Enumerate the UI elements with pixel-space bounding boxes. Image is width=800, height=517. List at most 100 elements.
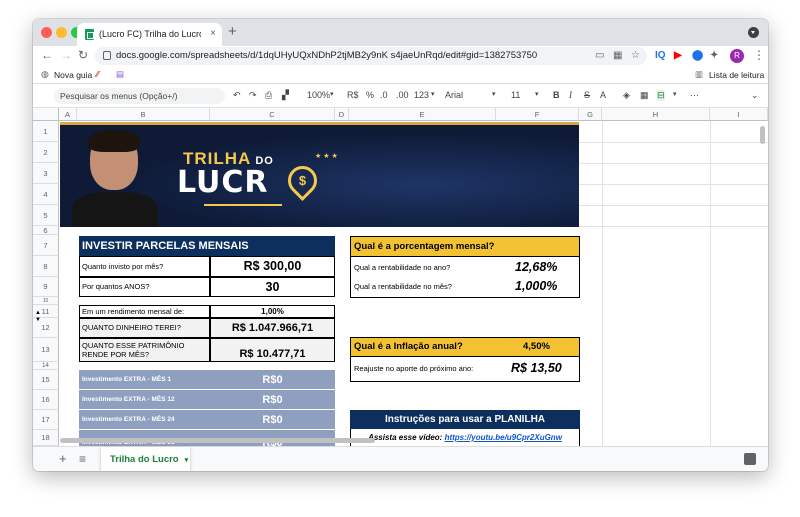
bookmark-notes-icon[interactable]: ▤ (116, 69, 124, 80)
column-header-g[interactable]: G (579, 108, 602, 121)
more-formats-button[interactable]: 123 (414, 90, 429, 100)
row-header-10[interactable]: 10 (33, 297, 59, 305)
sheet-chevron-down-icon[interactable]: ▾ (185, 457, 189, 464)
row-header-16[interactable]: 16 (33, 390, 59, 410)
zoom-select[interactable]: 100% (307, 90, 330, 100)
profile-avatar[interactable]: R (730, 49, 744, 63)
row-resize-down-icon[interactable]: ▼ (35, 317, 41, 323)
fill-color-icon[interactable]: ◈ (623, 90, 630, 101)
row-header-7[interactable]: 7 (33, 235, 59, 256)
extra-label-month-12[interactable]: Investimento EXTRA - MÊS 12 (79, 390, 210, 410)
column-header-i[interactable]: I (710, 108, 768, 121)
inflation-box-title[interactable]: Qual é a Inflação anual? 4,50% (350, 337, 580, 357)
invest-label-total[interactable]: QUANTO DINHEIRO TEREI? (79, 318, 210, 338)
row-header-5[interactable]: 5 (33, 205, 59, 226)
extra-value-month-12[interactable]: R$0 (210, 390, 335, 410)
percent-label-year[interactable]: Qual a rentabilidade no ano? (354, 261, 504, 275)
font-size-select[interactable]: 11 (511, 90, 520, 100)
tab-search-icon[interactable] (748, 27, 759, 38)
qr-icon[interactable]: ▦ (613, 50, 622, 61)
percent-value-year[interactable]: 12,68% (515, 259, 575, 276)
back-arrow-icon[interactable]: ← (41, 48, 53, 62)
zoom-chevron-down-icon[interactable]: ▾ (330, 90, 334, 98)
row-header-3[interactable]: 3 (33, 163, 59, 184)
collapse-toolbar-chevron-icon[interactable]: ⌄ (751, 90, 759, 101)
column-header-c[interactable]: C (210, 108, 335, 121)
column-header-a[interactable]: A (59, 108, 77, 121)
trilha-do-lucro-banner[interactable]: TRILHA DO ★★★ LUCR $ (60, 122, 579, 227)
vertical-scrollbar[interactable] (760, 126, 765, 144)
row-header-2[interactable]: 2 (33, 142, 59, 163)
menu-search-input[interactable]: Pesquisar os menus (Opção+/) (54, 88, 225, 104)
reading-list-label[interactable]: Lista de leitura (709, 70, 764, 80)
column-header-h[interactable]: H (602, 108, 710, 121)
sheet-tab-trilha-do-lucro[interactable]: Trilha do Lucro ▾ (101, 447, 190, 471)
percent-format-button[interactable]: % (366, 90, 374, 100)
invest-value-years[interactable]: 30 (210, 277, 335, 297)
row-header-15[interactable]: 15 (33, 370, 59, 390)
row-header-9[interactable]: 9 (33, 277, 59, 297)
row-header-17[interactable]: 17 (33, 410, 59, 430)
invest-label-income[interactable]: QUANTO ESSE PATRIMÔNIO RENDE POR MÊS? (79, 338, 210, 362)
row-resize-up-icon[interactable]: ▲ (35, 310, 41, 316)
close-window-icon[interactable] (41, 27, 52, 38)
instructions-title[interactable]: Instruções para usar a PLANILHA (350, 410, 580, 429)
row-header-18[interactable]: 18 (33, 430, 59, 446)
row-header-1[interactable]: 1 (33, 121, 59, 142)
invest-label-rate[interactable]: Em um rendimento mensal de: (79, 305, 210, 318)
row-header-14[interactable]: 14 (33, 362, 59, 370)
bookmark-app-icon[interactable]: ⁄⁄ (96, 69, 99, 79)
url-text[interactable]: docs.google.com/spreadsheets/d/1dqUHyUQx… (116, 50, 537, 61)
youtube-extension-icon[interactable]: ▶ (674, 50, 682, 61)
percent-label-month[interactable]: Qual a rentabilidade no mês? (354, 280, 504, 294)
forward-arrow-icon[interactable]: → (60, 48, 72, 62)
more-tools-button[interactable]: ··· (690, 90, 699, 100)
merge-chevron-down-icon[interactable]: ▾ (673, 90, 677, 98)
invest-value-income[interactable]: R$ 10.477,71 (210, 338, 335, 362)
currency-format-button[interactable]: R$ (347, 90, 359, 100)
invest-value-rate[interactable]: 1,00% (210, 305, 335, 318)
column-header-d[interactable]: D (335, 108, 349, 121)
select-all-corner[interactable] (33, 108, 59, 121)
column-header-b[interactable]: B (77, 108, 210, 121)
font-select[interactable]: Arial (445, 90, 463, 100)
size-chevron-down-icon[interactable]: ▾ (535, 90, 539, 98)
text-color-button[interactable]: A (600, 90, 606, 100)
column-header-f[interactable]: F (496, 108, 579, 121)
invest-value-monthly[interactable]: R$ 300,00 (210, 256, 335, 277)
bookmark-star-icon[interactable]: ☆ (631, 50, 640, 61)
merge-cells-icon[interactable]: ⊟ (657, 90, 665, 101)
all-sheets-menu-icon[interactable]: ≡ (79, 452, 86, 466)
instructions-video-link[interactable]: https://youtu.be/u9Cpr2XuGnw (445, 433, 562, 442)
add-sheet-button[interactable]: + (59, 451, 67, 466)
font-chevron-down-icon[interactable]: ▾ (492, 90, 496, 98)
bold-button[interactable]: B (553, 90, 560, 100)
increase-decimal-button[interactable]: .00 (396, 90, 409, 100)
location-extension-icon[interactable]: ⬤ (692, 50, 703, 61)
reading-list-icon[interactable]: ▥ (695, 69, 703, 80)
iq-extension-icon[interactable]: IQ (655, 50, 666, 61)
paint-format-icon[interactable]: ▞ (282, 90, 289, 101)
extra-label-month-1[interactable]: Investimento EXTRA - MÊS 1 (79, 370, 210, 390)
address-bar[interactable]: docs.google.com/spreadsheets/d/1dqUHyUQx… (95, 47, 647, 65)
row-header-13[interactable]: 13 (33, 338, 59, 362)
invest-table-title[interactable]: INVESTIR PARCELAS MENSAIS (79, 236, 335, 256)
browser-menu-icon[interactable]: ⋮ (753, 48, 765, 62)
puzzle-extension-icon[interactable]: ✦ (710, 50, 718, 61)
percent-box-title[interactable]: Qual é a porcentagem mensal? (350, 236, 580, 257)
horizontal-scrollbar[interactable] (60, 438, 375, 443)
decrease-decimal-button[interactable]: .0 (380, 90, 388, 100)
reload-icon[interactable]: ↻ (78, 48, 88, 62)
undo-icon[interactable]: ↶ (233, 90, 241, 101)
borders-icon[interactable]: ▦ (640, 90, 649, 101)
browser-tab[interactable]: (Lucro FC) Trilha do Lucro.xlsx × (77, 23, 222, 46)
tab-close-button[interactable]: × (210, 28, 216, 39)
strikethrough-button[interactable]: S (584, 90, 590, 100)
explore-icon[interactable] (744, 453, 756, 465)
invest-label-monthly[interactable]: Quanto invisto por mês? (79, 256, 210, 277)
print-icon[interactable]: ⎙ (265, 90, 272, 101)
redo-icon[interactable]: ↷ (249, 90, 257, 101)
cast-icon[interactable]: ▭ (595, 50, 604, 61)
extra-label-month-24[interactable]: Investimento EXTRA - MÊS 24 (79, 410, 210, 430)
extra-value-month-24[interactable]: R$0 (210, 410, 335, 430)
